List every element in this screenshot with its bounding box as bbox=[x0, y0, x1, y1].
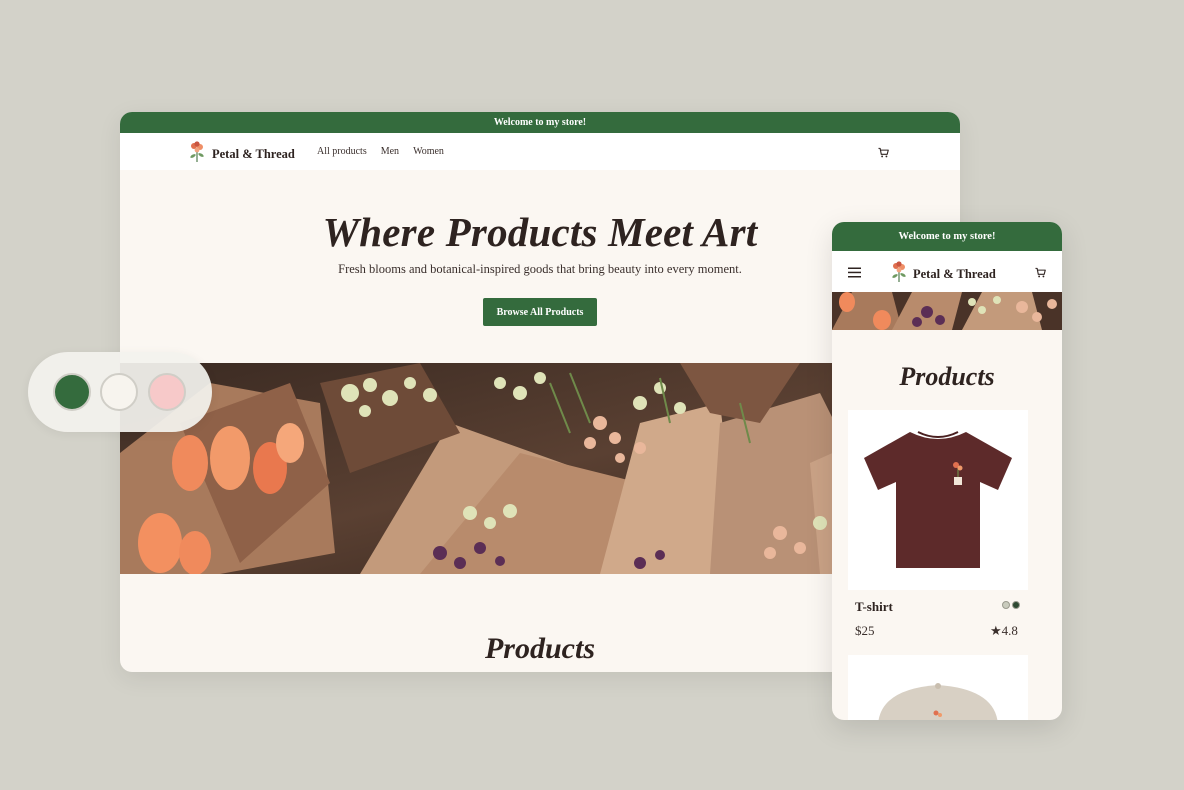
store-logo[interactable]: Petal & Thread bbox=[890, 260, 996, 289]
flower-logo-icon bbox=[890, 260, 908, 289]
tshirt-image bbox=[848, 431, 1028, 594]
swatch-cream[interactable] bbox=[100, 373, 138, 411]
product-price: $25 bbox=[855, 623, 875, 638]
color-option-green[interactable] bbox=[1012, 601, 1020, 609]
product-card-image[interactable] bbox=[848, 410, 1028, 590]
cart-icon[interactable] bbox=[1035, 265, 1046, 283]
mobile-store-preview: Welcome to my store! Petal & Thread Prod… bbox=[832, 222, 1062, 720]
mobile-banner-image bbox=[832, 292, 1062, 330]
nav-link-women[interactable]: Women bbox=[413, 146, 444, 157]
browse-all-products-button[interactable]: Browse All Products bbox=[483, 298, 597, 326]
announcement-text: Welcome to my store! bbox=[493, 117, 587, 128]
store-name: Petal & Thread bbox=[212, 147, 295, 161]
color-options bbox=[1002, 601, 1020, 609]
announcement-bar: Welcome to my store! bbox=[832, 222, 1062, 251]
store-logo[interactable]: Petal & Thread bbox=[188, 141, 295, 168]
nav-link-all-products[interactable]: All products bbox=[317, 146, 367, 157]
swatch-green[interactable] bbox=[53, 373, 91, 411]
product-rating: ★4.8 bbox=[990, 623, 1018, 638]
cart-icon[interactable] bbox=[878, 145, 889, 163]
header-nav: Petal & Thread All products Men Women bbox=[120, 133, 960, 170]
hamburger-menu-icon[interactable] bbox=[848, 265, 861, 283]
flower-logo-icon bbox=[188, 141, 206, 168]
nav-link-men[interactable]: Men bbox=[381, 146, 399, 157]
product-name[interactable]: T-shirt bbox=[855, 599, 893, 615]
announcement-bar: Welcome to my store! bbox=[120, 112, 960, 133]
announcement-text: Welcome to my store! bbox=[898, 231, 996, 242]
cap-image bbox=[848, 683, 1028, 720]
product-card-image-2[interactable] bbox=[848, 655, 1028, 720]
mobile-header: Petal & Thread bbox=[832, 251, 1062, 292]
swatch-pink[interactable] bbox=[148, 373, 186, 411]
nav-links: All products Men Women bbox=[317, 146, 444, 157]
store-name: Petal & Thread bbox=[913, 267, 996, 281]
theme-color-picker bbox=[28, 352, 212, 432]
color-option-sage[interactable] bbox=[1002, 601, 1010, 609]
products-heading: Products bbox=[899, 362, 995, 391]
